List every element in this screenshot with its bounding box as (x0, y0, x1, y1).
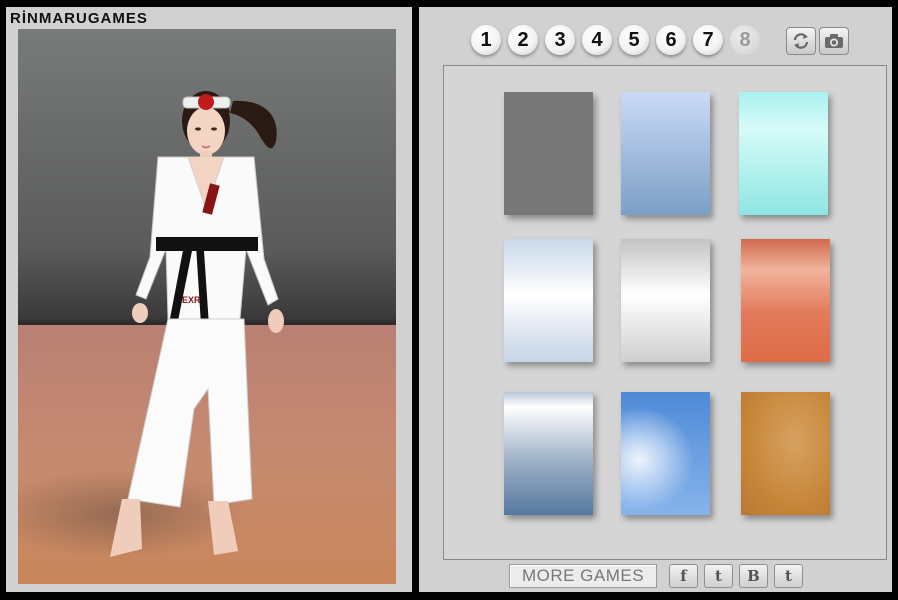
reset-button[interactable] (786, 27, 816, 55)
tab-1[interactable]: 1 (471, 25, 501, 55)
category-tabs: 1 2 3 4 5 6 7 8 (471, 25, 760, 55)
tab-7[interactable]: 7 (693, 25, 723, 55)
tab-6[interactable]: 6 (656, 25, 686, 55)
swatch-sky[interactable] (621, 392, 710, 515)
camera-button[interactable] (819, 27, 849, 55)
footer-bar: MORE GAMES f t B t (509, 564, 803, 588)
swatch-periwinkle[interactable] (621, 92, 710, 215)
character-stage: EXR (18, 29, 396, 584)
swatch-aqua[interactable] (739, 92, 828, 215)
blogger-icon[interactable]: B (739, 564, 768, 588)
camera-icon (825, 34, 843, 48)
tab-8: 8 (730, 25, 760, 55)
tumblr-icon[interactable]: t (774, 564, 803, 588)
swatch-pale-blue[interactable] (504, 239, 593, 362)
swatch-steel[interactable] (504, 392, 593, 515)
facebook-icon[interactable]: f (669, 564, 698, 588)
left-panel: RİNMARUGAMES EXR (6, 7, 412, 592)
swatch-gray[interactable] (504, 92, 593, 215)
twitter-icon[interactable]: t (704, 564, 733, 588)
swatch-coral[interactable] (741, 239, 830, 362)
more-games-button[interactable]: MORE GAMES (509, 564, 657, 588)
right-panel: 1 2 3 4 5 6 7 8 MORE GAMES f t B t (419, 7, 892, 592)
tab-4[interactable]: 4 (582, 25, 612, 55)
background-swatch-grid (443, 65, 887, 560)
swatch-tan[interactable] (741, 392, 830, 515)
belt-patch-text: EXR (182, 295, 201, 305)
refresh-icon (793, 33, 809, 49)
swatch-silver[interactable] (621, 239, 710, 362)
brand-title[interactable]: RİNMARUGAMES (10, 10, 148, 27)
tab-5[interactable]: 5 (619, 25, 649, 55)
tab-2[interactable]: 2 (508, 25, 538, 55)
karate-character: EXR (110, 91, 284, 557)
tab-3[interactable]: 3 (545, 25, 575, 55)
